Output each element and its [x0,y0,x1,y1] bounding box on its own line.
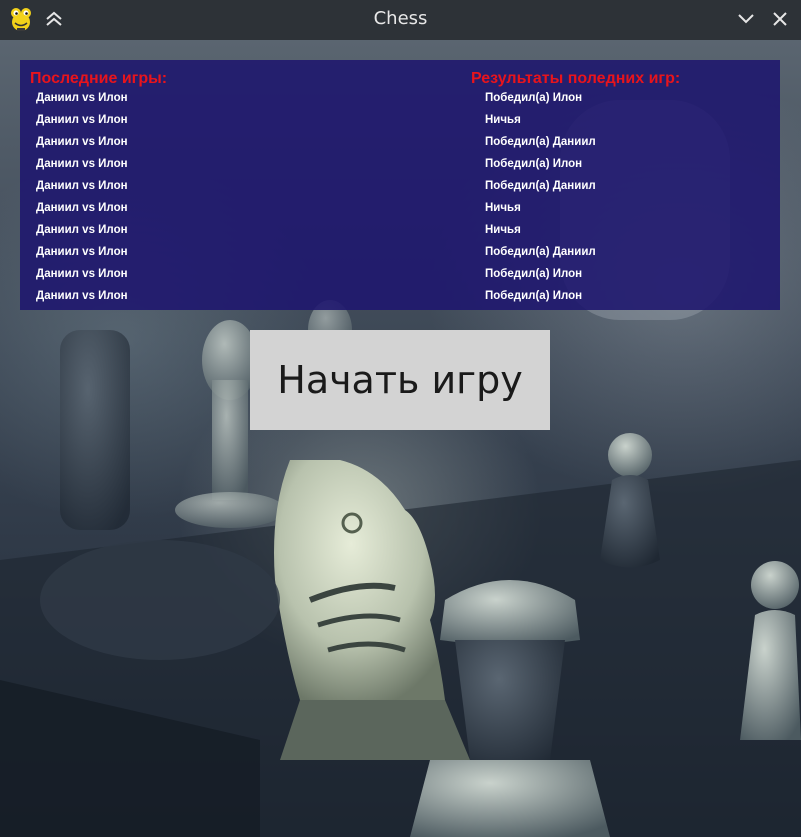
window-titlebar: Chess [0,0,801,40]
results-list: Победил(а) Илон Ничья Победил(а) Даниил … [485,89,596,309]
result-item: Победил(а) Даниил [485,136,596,148]
game-item: Даниил vs Илон [36,290,128,302]
result-item: Победил(а) Илон [485,92,583,104]
start-game-button[interactable]: Начать игру [250,330,550,430]
chevron-down-icon[interactable] [736,9,756,29]
game-item: Даниил vs Илон [36,246,128,258]
result-item: Ничья [485,202,521,214]
result-item: Ничья [485,114,521,126]
pygame-snake-icon [7,5,35,33]
recent-games-panel: Последние игры: Результаты поледних игр:… [20,60,780,310]
game-item: Даниил vs Илон [36,158,128,170]
game-item: Даниил vs Илон [36,136,128,148]
game-item: Даниил vs Илон [36,224,128,236]
game-item: Даниил vs Илон [36,202,128,214]
game-item: Даниил vs Илон [36,268,128,280]
game-item: Даниил vs Илон [36,180,128,192]
game-item: Даниил vs Илон [36,114,128,126]
window-title: Chess [373,8,428,29]
game-item: Даниил vs Илон [36,92,128,104]
double-chevron-up-icon[interactable] [42,8,66,30]
result-item: Победил(а) Даниил [485,180,596,192]
result-item: Ничья [485,224,521,236]
result-item: Победил(а) Илон [485,268,583,280]
recent-games-heading: Последние игры: [30,70,168,87]
results-heading: Результаты поледних игр: [471,70,681,87]
result-item: Победил(а) Илон [485,290,583,302]
games-list: Даниил vs Илон Даниил vs Илон Даниил vs … [36,89,128,309]
result-item: Победил(а) Илон [485,158,583,170]
result-item: Победил(а) Даниил [485,246,596,258]
close-icon[interactable] [770,9,790,29]
